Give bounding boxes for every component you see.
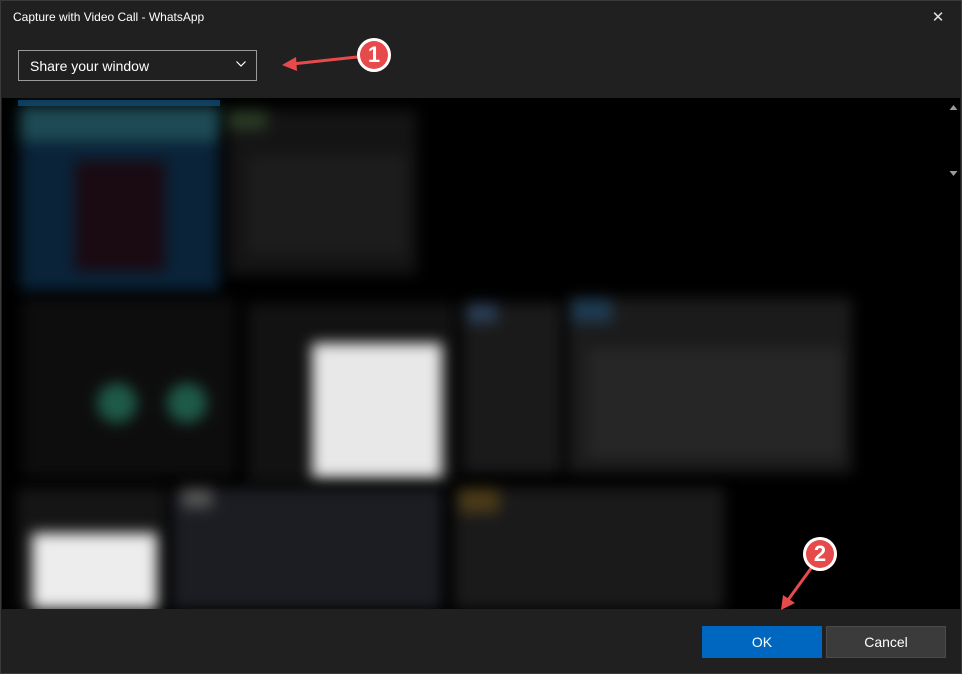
window-thumbnail[interactable]: [567, 298, 852, 473]
window-title: Capture with Video Call - WhatsApp: [13, 10, 205, 24]
scroll-up-icon[interactable]: [949, 104, 958, 111]
window-thumbnail[interactable]: [17, 488, 167, 609]
window-thumbnail[interactable]: [454, 488, 724, 609]
annotation-badge-2: 2: [803, 537, 837, 571]
window-thumbnail[interactable]: [247, 303, 457, 483]
window-thumbnail[interactable]: [462, 303, 562, 473]
capture-source-dropdown[interactable]: Share your window: [18, 50, 257, 81]
title-bar: Capture with Video Call - WhatsApp ✕: [1, 1, 961, 35]
capture-dialog: Capture with Video Call - WhatsApp ✕ Sha…: [0, 0, 962, 674]
window-thumbnail[interactable]: [20, 106, 220, 291]
window-thumbnail[interactable]: [227, 110, 417, 275]
window-thumbnail[interactable]: [22, 298, 237, 478]
window-thumbnail[interactable]: [172, 488, 442, 609]
scroll-down-icon[interactable]: [949, 170, 958, 177]
cancel-button[interactable]: Cancel: [826, 626, 946, 658]
window-preview-grid: [2, 98, 960, 609]
scrollbar[interactable]: [947, 98, 960, 609]
dialog-footer: OK Cancel: [2, 609, 960, 673]
chevron-down-icon: [236, 61, 246, 67]
annotation-badge-1: 1: [357, 38, 391, 72]
dropdown-selected-value: Share your window: [30, 58, 150, 74]
ok-button[interactable]: OK: [702, 626, 822, 658]
close-icon[interactable]: ✕: [925, 7, 951, 29]
